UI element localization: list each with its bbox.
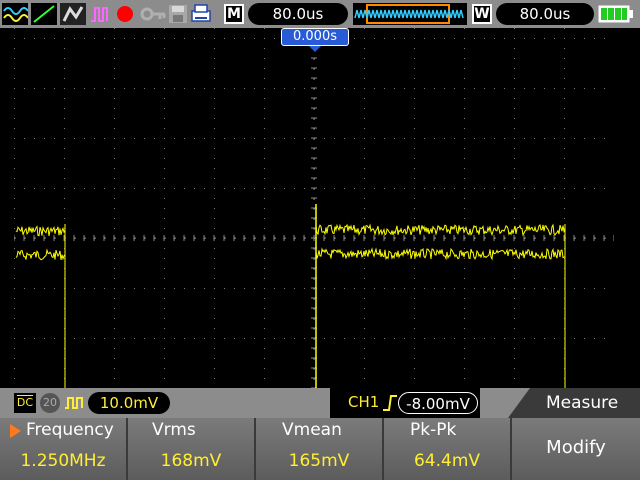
save-icon[interactable]	[168, 3, 188, 25]
window-zoom-icon[interactable]	[353, 3, 467, 25]
trigger-position-arrow-icon	[309, 46, 321, 52]
measure-value: 165mV	[288, 451, 350, 471]
measure-slot-pkpk[interactable]: Pk-Pk 64.4mV	[384, 418, 512, 480]
measure-label: Vrms	[152, 420, 196, 440]
menu-title-measure: Measure	[508, 388, 640, 418]
pulse-mode-icon[interactable]	[89, 3, 111, 25]
main-timebase-value[interactable]: 80.0us	[248, 3, 348, 25]
measure-value: 1.250MHz	[20, 451, 106, 471]
trigger-panel: CH1 -8.00mV	[330, 388, 480, 418]
vector-mode-icon[interactable]	[31, 3, 57, 25]
measure-slot-vmean[interactable]: Vmean 165mV	[256, 418, 384, 480]
bandwidth-limit-label: 20	[43, 396, 57, 409]
modify-button[interactable]: Modify	[512, 418, 640, 480]
persist-mode-icon[interactable]	[60, 3, 86, 25]
waveform-display[interactable]	[14, 28, 614, 388]
measure-label: Vmean	[282, 420, 342, 440]
channel1-trace	[15, 204, 566, 388]
trigger-level-value[interactable]: -8.00mV	[398, 392, 478, 414]
key-icon[interactable]	[140, 3, 166, 25]
coupling-dc-icon[interactable]: DC	[14, 393, 36, 413]
waveform-mode-icon[interactable]	[2, 3, 28, 25]
bandwidth-limit-icon[interactable]: 20	[40, 393, 60, 413]
trigger-source-label[interactable]: CH1	[348, 393, 379, 411]
measure-slot-vrms[interactable]: Vrms 168mV	[128, 418, 256, 480]
measure-value: 168mV	[160, 451, 222, 471]
battery-icon	[598, 5, 633, 23]
window-timebase-label: W	[472, 4, 492, 24]
measure-value: 64.4mV	[413, 451, 481, 471]
measure-label: Frequency	[26, 420, 114, 440]
invert-channel-icon[interactable]	[63, 394, 85, 412]
selected-arrow-icon	[10, 424, 21, 438]
main-timebase-label: M	[224, 4, 244, 24]
top-toolbar: M 80.0us W 80.0us	[0, 0, 640, 28]
print-icon[interactable]	[190, 3, 212, 25]
rising-edge-icon[interactable]	[382, 394, 398, 412]
window-timebase-value[interactable]: 80.0us	[496, 3, 594, 25]
trigger-time-marker[interactable]: 0.000s	[281, 28, 349, 46]
record-icon[interactable]	[114, 3, 136, 25]
measure-label: Pk-Pk	[410, 420, 457, 440]
coupling-label: DC	[16, 396, 34, 409]
modify-label: Modify	[546, 437, 606, 458]
measure-menu: Frequency 1.250MHz Vrms 168mV Vmean 165m…	[0, 418, 640, 480]
channel-scale-value[interactable]: 10.0mV	[88, 392, 170, 414]
measure-slot-frequency[interactable]: Frequency 1.250MHz	[0, 418, 128, 480]
